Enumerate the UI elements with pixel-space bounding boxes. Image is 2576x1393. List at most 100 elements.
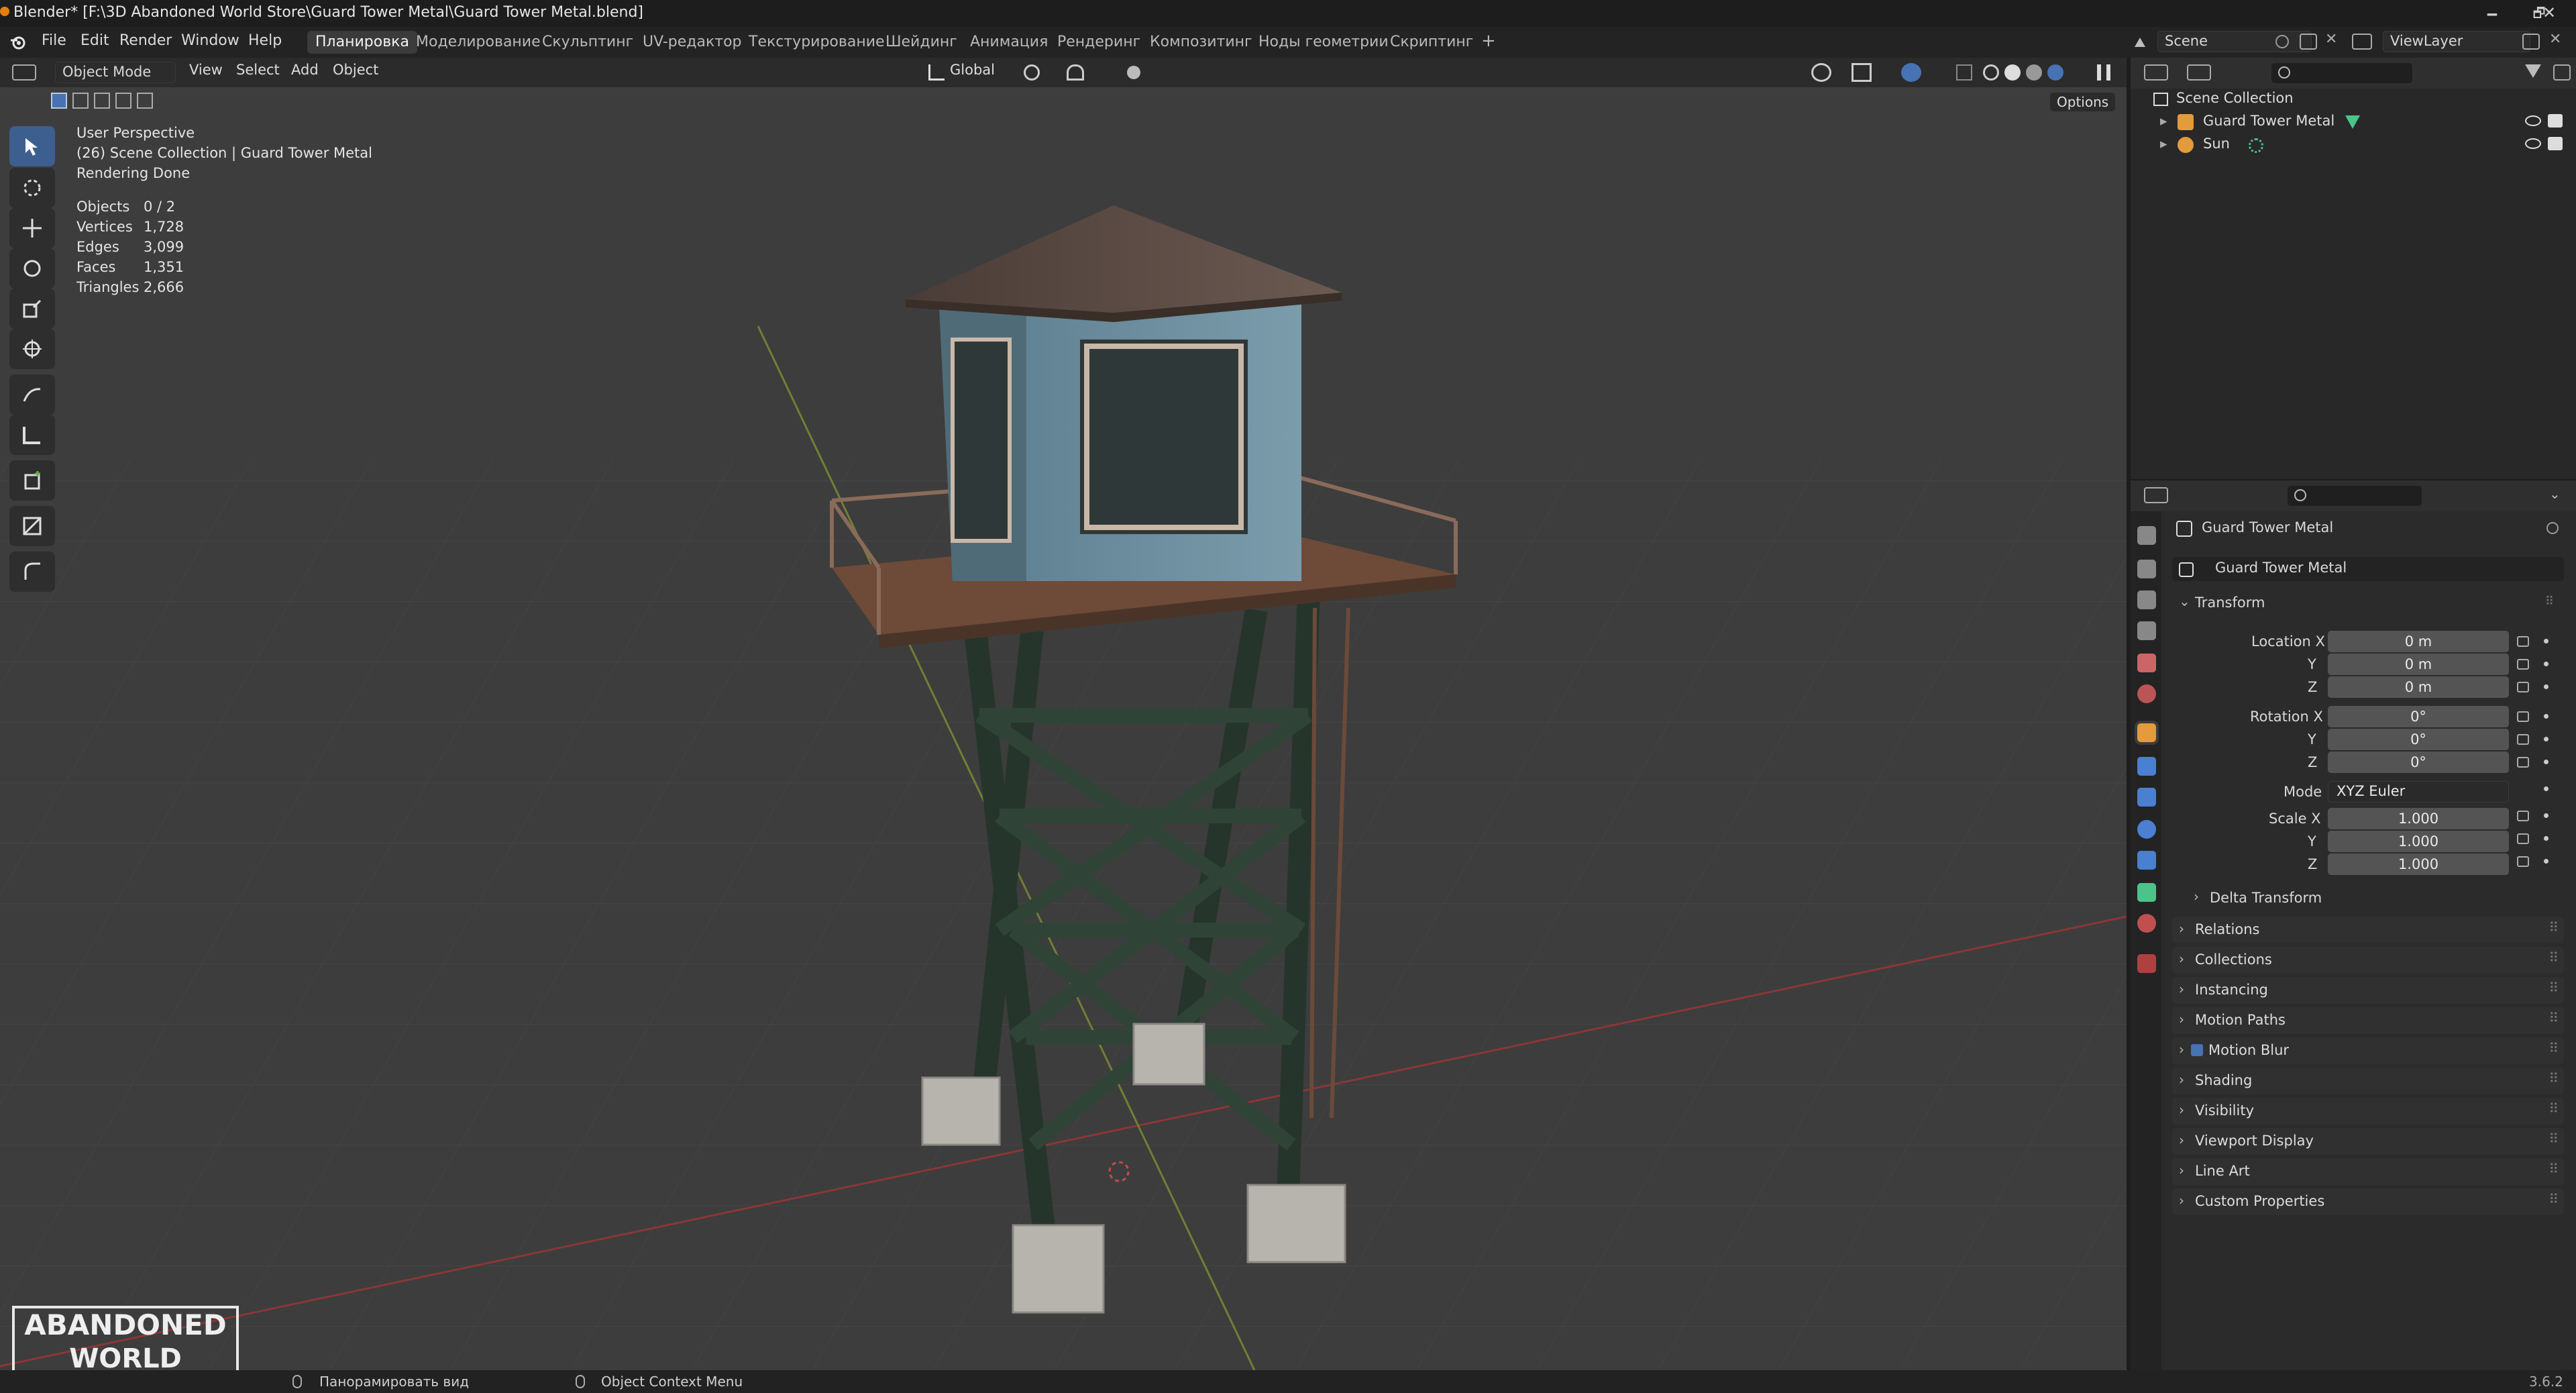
motion-blur-checkbox[interactable]: [2191, 1044, 2203, 1056]
pivot-icon[interactable]: [1024, 64, 1040, 81]
menu-help[interactable]: Help: [248, 32, 282, 49]
drag-handle-icon[interactable]: ⠿: [2548, 949, 2559, 966]
pin-icon[interactable]: [2275, 35, 2289, 48]
tab-rendering[interactable]: Рендеринг: [1049, 31, 1148, 54]
rotation-y-field[interactable]: 0°: [2328, 729, 2509, 750]
keyframe-dot-icon[interactable]: [2544, 836, 2548, 841]
properties-editor-icon[interactable]: [2144, 487, 2168, 503]
scale-x-field[interactable]: 1.000: [2328, 808, 2509, 829]
motion-blur-panel[interactable]: › Motion Blur ⠿: [2172, 1037, 2564, 1064]
3d-viewport[interactable]: User Perspective (26) Scene Collection |…: [0, 58, 2127, 1370]
visibility-icon[interactable]: [1811, 63, 1831, 82]
delete-scene-icon[interactable]: ✕: [2325, 31, 2337, 48]
mode-dropdown[interactable]: Object Mode: [55, 62, 176, 83]
menu-object[interactable]: Object: [333, 62, 378, 83]
close-button[interactable]: ✕: [2522, 0, 2576, 27]
shading-rendered-icon[interactable]: [2047, 64, 2063, 81]
drag-handle-icon[interactable]: ⠿: [2548, 1070, 2559, 1086]
eye-icon[interactable]: [2525, 138, 2541, 149]
lock-icon[interactable]: [2517, 833, 2529, 844]
location-y-field[interactable]: 0 m: [2328, 654, 2509, 675]
expand-arrow-icon[interactable]: ▸: [2160, 136, 2167, 152]
scale-y-field[interactable]: 1.000: [2328, 831, 2509, 852]
lock-icon[interactable]: [2517, 811, 2529, 821]
cursor-tool[interactable]: [9, 168, 55, 208]
particles-tab-icon[interactable]: [2137, 788, 2156, 807]
properties-search-input[interactable]: [2288, 486, 2422, 506]
tab-animation[interactable]: Анимация: [962, 31, 1056, 54]
new-collection-icon[interactable]: [2553, 64, 2571, 81]
scale-tool[interactable]: [9, 289, 55, 329]
tab-layout[interactable]: Планировка: [307, 31, 417, 54]
delete-viewlayer-icon[interactable]: ✕: [2549, 31, 2561, 48]
drag-handle-icon[interactable]: ⠿: [2548, 919, 2559, 935]
tab-modeling[interactable]: Моделирование: [408, 31, 549, 54]
overlay-icon[interactable]: [1901, 63, 1921, 82]
tool-tab-icon[interactable]: [2137, 526, 2156, 545]
tab-sculpting[interactable]: Скульптинг: [534, 31, 641, 54]
tab-scripting[interactable]: Скриптинг: [1382, 31, 1481, 54]
scale-z-field[interactable]: 1.000: [2328, 854, 2509, 875]
annotate-tool[interactable]: [9, 374, 55, 415]
pause-render-icon[interactable]: [2097, 64, 2110, 81]
gizmo-icon[interactable]: [1851, 63, 1872, 82]
object-tab-icon[interactable]: [2135, 721, 2159, 745]
pin-icon[interactable]: [2546, 522, 2559, 534]
orientation-icon[interactable]: [928, 64, 945, 81]
constraints-tab-icon[interactable]: [2137, 851, 2156, 870]
select-subtract-icon[interactable]: [94, 93, 110, 109]
output-tab-icon[interactable]: [2137, 590, 2156, 609]
lock-icon[interactable]: [2517, 734, 2529, 745]
location-x-field[interactable]: 0 m: [2328, 631, 2509, 652]
camera-render-icon[interactable]: [2548, 114, 2563, 127]
scene-icon[interactable]: [2132, 34, 2149, 51]
keyframe-dot-icon[interactable]: [2544, 639, 2548, 643]
outliner-item-sun[interactable]: Sun: [2203, 136, 2230, 152]
tab-shading[interactable]: Шейдинг: [877, 31, 965, 54]
shear-tool[interactable]: [9, 506, 55, 546]
select-invert-icon[interactable]: [137, 93, 153, 109]
blender-menu-icon[interactable]: [9, 34, 27, 51]
shading-solid-icon[interactable]: [2004, 64, 2021, 81]
xray-icon[interactable]: [1956, 64, 1972, 81]
modifier-tab-icon[interactable]: [2137, 757, 2156, 776]
light-icon[interactable]: [2249, 138, 2263, 153]
tab-texture-paint[interactable]: Текстурирование: [741, 31, 893, 54]
viewlayer-icon[interactable]: [2352, 34, 2372, 50]
scene-tab-icon[interactable]: [2137, 654, 2156, 672]
instancing-panel[interactable]: › Instancing ⠿: [2172, 977, 2564, 1004]
mesh-icon[interactable]: [2345, 115, 2360, 129]
drag-handle-icon[interactable]: ⠿: [2548, 1131, 2559, 1147]
keyframe-dot-icon[interactable]: [2544, 714, 2548, 719]
menu-edit[interactable]: Edit: [80, 32, 109, 49]
keyframe-dot-icon[interactable]: [2544, 760, 2548, 764]
drag-handle-icon[interactable]: ⠿: [2548, 1161, 2559, 1177]
eye-icon[interactable]: [2525, 115, 2541, 126]
motion-paths-panel[interactable]: › Motion Paths ⠿: [2172, 1007, 2564, 1034]
drag-handle-icon[interactable]: ⠿: [2548, 1010, 2559, 1026]
outliner-search-input[interactable]: [2271, 63, 2412, 83]
keyframe-dot-icon[interactable]: [2544, 684, 2548, 689]
lock-icon[interactable]: [2517, 682, 2529, 692]
viewport-display-panel[interactable]: › Viewport Display ⠿: [2172, 1128, 2564, 1155]
lock-icon[interactable]: [2517, 659, 2529, 670]
display-mode-icon[interactable]: [2187, 64, 2211, 81]
location-z-field[interactable]: 0 m: [2328, 676, 2509, 698]
chevron-down-icon[interactable]: ⌄: [2549, 486, 2561, 502]
orientation-dropdown[interactable]: Global: [950, 62, 995, 83]
shading-wireframe-icon[interactable]: [1983, 64, 1999, 81]
filter-icon[interactable]: [2525, 64, 2541, 78]
menu-render[interactable]: Render: [119, 32, 172, 49]
menu-select[interactable]: Select: [236, 62, 280, 83]
tab-compositing[interactable]: Композитинг: [1142, 31, 1260, 54]
physics-tab-icon[interactable]: [2137, 820, 2156, 839]
outliner-editor-icon[interactable]: [2144, 64, 2168, 81]
rotation-x-field[interactable]: 0°: [2328, 706, 2509, 727]
drag-handle-icon[interactable]: ⠿: [2545, 595, 2554, 609]
drag-handle-icon[interactable]: ⠿: [2548, 980, 2559, 996]
lock-icon[interactable]: [2517, 757, 2529, 768]
new-viewlayer-icon[interactable]: [2522, 34, 2540, 50]
tab-geometry-nodes[interactable]: Ноды геометрии: [1250, 31, 1397, 54]
snap-icon[interactable]: [1067, 64, 1084, 81]
keyframe-dot-icon[interactable]: [2544, 662, 2548, 666]
